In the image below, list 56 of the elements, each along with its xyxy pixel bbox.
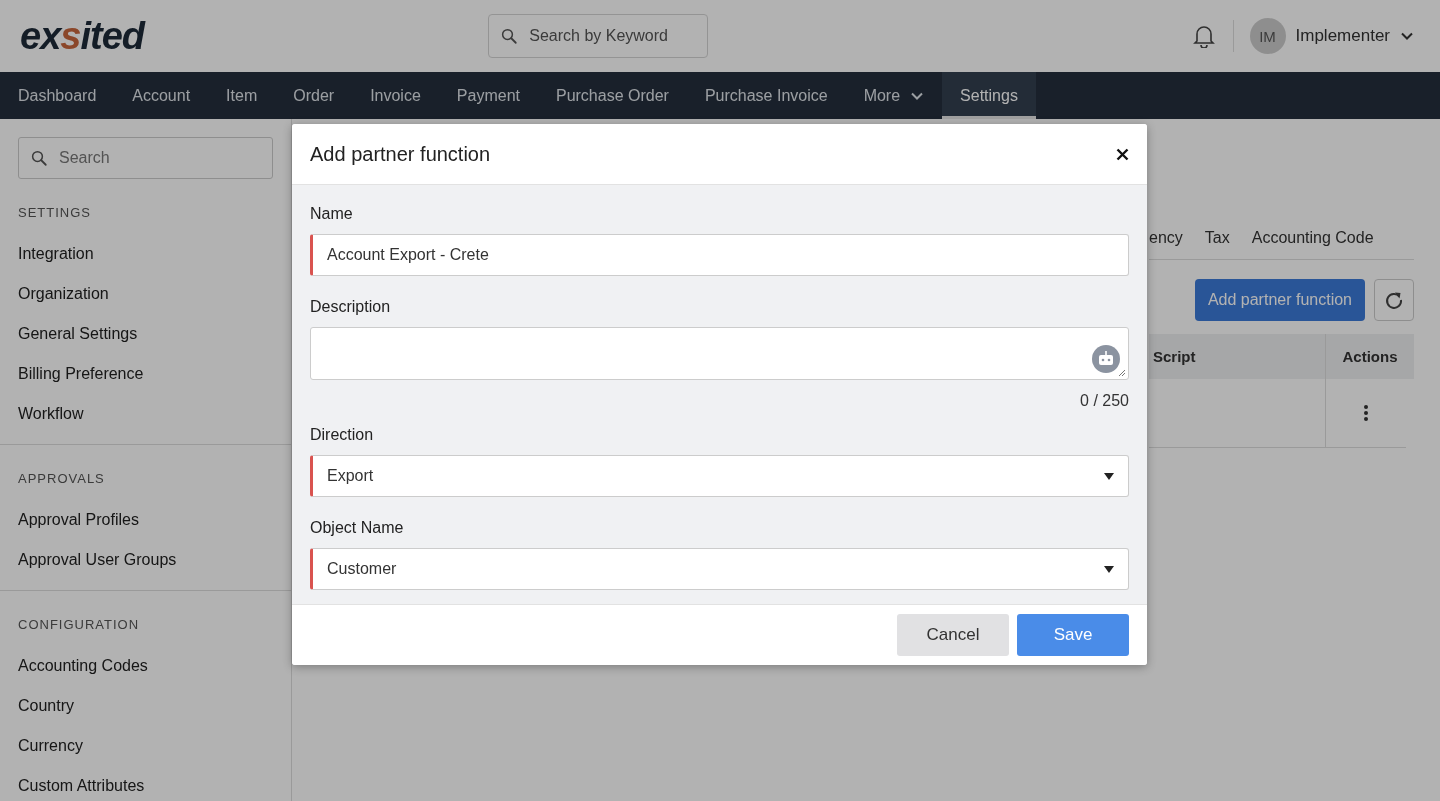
robot-icon[interactable] <box>1092 345 1120 373</box>
nav-tab[interactable]: Payment <box>438 72 538 119</box>
column-header: Script <box>1152 348 1197 365</box>
tab[interactable]: Accounting Code <box>1251 229 1374 247</box>
close-icon <box>1116 147 1129 161</box>
refresh-button[interactable] <box>1374 279 1414 321</box>
refresh-icon <box>1384 290 1404 310</box>
tab[interactable]: ency <box>1149 229 1183 247</box>
nav-tab[interactable]: More <box>845 72 943 119</box>
dropdown-arrow-icon <box>1104 472 1114 480</box>
input-field[interactable]: Account Export - Crete <box>310 234 1129 276</box>
search-field[interactable]: Search by Keyword <box>488 14 709 58</box>
nav-tab[interactable]: Purchase Invoice <box>686 72 846 119</box>
dialog-title: Add partner function <box>310 142 491 166</box>
sidebar-item[interactable]: Country <box>18 686 75 726</box>
dropdown-arrow-icon <box>1104 565 1114 573</box>
resize-grip-icon[interactable] <box>1118 369 1126 377</box>
user-name[interactable]: Implementer <box>1295 26 1390 46</box>
nav-tab[interactable]: Invoice <box>352 72 439 119</box>
sidebar-item[interactable]: Accounting Codes <box>18 646 148 686</box>
column-header: Actions <box>1325 334 1414 379</box>
sidebar-item[interactable]: Approval Profiles <box>18 500 139 540</box>
field-label: Object Name <box>310 519 405 537</box>
field-label: Direction <box>310 426 375 444</box>
dropdown-field[interactable]: Export <box>310 455 1129 497</box>
cancel-button[interactable]: Cancel <box>897 614 1009 656</box>
nav-tab[interactable]: Dashboard <box>0 72 115 119</box>
bell-icon[interactable] <box>1192 24 1215 48</box>
nav-tab[interactable]: Item <box>208 72 276 119</box>
field-label: Description <box>310 298 392 316</box>
field-label: Name <box>310 205 354 223</box>
section-heading: CONFIGURATION <box>18 617 141 632</box>
sidebar-item[interactable]: Workflow <box>18 394 84 434</box>
kebab-menu-icon[interactable] <box>1363 404 1369 422</box>
nav-tab[interactable]: Order <box>275 72 353 119</box>
search-icon <box>500 27 519 45</box>
nav-tab[interactable]: Account <box>114 72 209 119</box>
textarea-field[interactable] <box>310 327 1129 380</box>
dropdown-field[interactable]: Customer <box>310 548 1129 590</box>
sidebar-item[interactable]: Billing Preference <box>18 354 144 394</box>
search-field[interactable]: Search <box>18 137 273 179</box>
logo: exsited <box>20 14 144 58</box>
section-heading: SETTINGS <box>18 205 92 220</box>
character-counter: 0 / 250 <box>1079 392 1129 410</box>
tab[interactable]: Tax <box>1204 229 1230 247</box>
nav-tab[interactable]: Purchase Order <box>537 72 687 119</box>
sidebar-item[interactable]: Currency <box>18 726 83 766</box>
sidebar-item[interactable]: General Settings <box>18 314 138 354</box>
sidebar-item[interactable]: Integration <box>18 234 94 274</box>
nav-tab[interactable]: Settings <box>942 72 1036 119</box>
sidebar-item[interactable]: Organization <box>18 274 109 314</box>
close-button[interactable] <box>1116 147 1129 161</box>
section-heading: APPROVALS <box>18 471 106 486</box>
search-icon <box>30 149 48 167</box>
sidebar-item[interactable]: Approval User Groups <box>18 540 177 580</box>
sidebar-item[interactable]: Custom Attributes <box>18 766 145 801</box>
